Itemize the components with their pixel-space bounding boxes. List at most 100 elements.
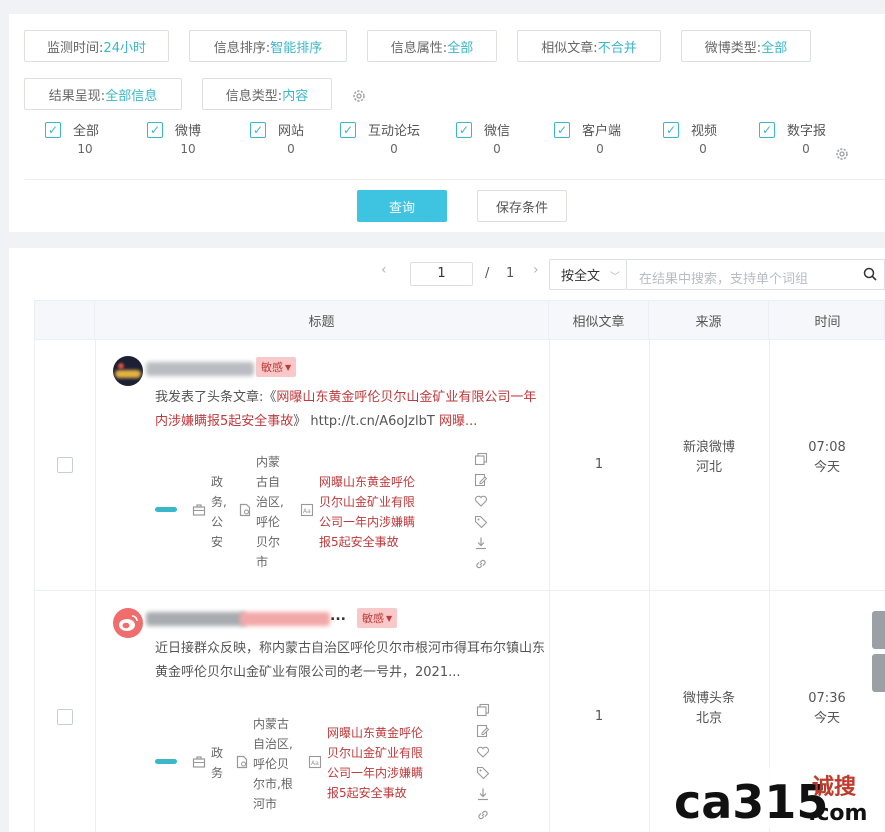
header-similar[interactable]: 相似文章 (549, 301, 649, 339)
header-source[interactable]: 来源 (649, 301, 769, 339)
header-title[interactable]: 标题 (95, 301, 549, 339)
checkbox-checked-icon[interactable]: ✓ (147, 122, 163, 138)
next-page-icon[interactable]: › (533, 262, 539, 278)
location-doc-icon (236, 755, 248, 769)
category-client[interactable]: ✓ 客户端 0 (554, 120, 644, 160)
category-all[interactable]: ✓ 全部 10 (45, 120, 125, 160)
page-separator: / (485, 266, 490, 281)
edit-icon[interactable] (476, 724, 490, 738)
filter-similar[interactable]: 相似文章: 不合并 (517, 30, 661, 62)
source-name[interactable]: 微博头条 (649, 689, 769, 709)
search-icon[interactable] (862, 266, 878, 282)
header-select (35, 301, 95, 339)
filter-sort[interactable]: 信息排序: 智能排序 (189, 30, 347, 62)
chevron-down-icon: ﹀ (610, 272, 620, 283)
weibo-avatar-icon (113, 608, 143, 638)
source-cell: 微博头条 北京 (649, 689, 769, 729)
filter-info-type[interactable]: 信息类型: 内容 (202, 78, 332, 110)
checkbox-checked-icon[interactable]: ✓ (45, 122, 61, 138)
side-float-tab[interactable] (872, 654, 885, 692)
row-checkbox[interactable] (57, 457, 73, 473)
filter-result-mode[interactable]: 结果呈现: 全部信息 (24, 78, 182, 110)
row-actions (476, 703, 492, 829)
briefcase-icon (192, 756, 206, 768)
sensitive-badge[interactable]: 敏感 ▼ (357, 608, 398, 628)
title-ellipsis: ... (330, 608, 346, 624)
tag-icon[interactable] (474, 515, 488, 529)
meta-region: 内蒙古 自治区, 呼伦贝 尔市,根 河市 (253, 717, 293, 811)
edit-icon[interactable] (474, 473, 488, 487)
checkbox-checked-icon[interactable]: ✓ (250, 122, 266, 138)
meta-keyword[interactable]: 网曝山东黄金呼伦 贝尔山金矿业有限 公司一年内涉嫌瞒 报5起安全事故 (327, 723, 423, 803)
category-wechat[interactable]: ✓ 微信 0 (456, 120, 536, 160)
post-day: 今天 (813, 711, 840, 726)
post-title-highlight[interactable] (240, 612, 330, 626)
caret-down-icon: ▼ (285, 362, 292, 372)
gear-icon[interactable] (351, 88, 367, 104)
header-time[interactable]: 时间 (769, 301, 885, 339)
category-digital-paper[interactable]: ✓ 数字报 0 (759, 120, 839, 160)
keyword-icon: Aa (300, 503, 314, 517)
svg-text:Aa: Aa (311, 760, 319, 767)
filter-monitor-time[interactable]: 监测时间: 24小时 (24, 30, 169, 62)
download-icon[interactable] (474, 536, 488, 550)
post-summary[interactable]: 我发表了头条文章:《网曝山东黄金呼伦贝尔山金矿业有限公司一年内涉嫌瞒报5起安全事… (155, 386, 545, 434)
emotion-bar (155, 507, 177, 512)
category-website[interactable]: ✓ 网站 0 (250, 120, 330, 160)
category-forum[interactable]: ✓ 互动论坛 0 (340, 120, 440, 160)
category-video[interactable]: ✓ 视频 0 (663, 120, 743, 160)
briefcase-icon (192, 504, 206, 516)
source-name[interactable]: 新浪微博 (649, 438, 769, 458)
copy-icon[interactable] (474, 452, 488, 466)
link-icon[interactable] (476, 808, 490, 822)
tag-icon[interactable] (476, 766, 490, 780)
row-actions (474, 452, 490, 578)
source-region: 北京 (695, 711, 722, 726)
author-name[interactable] (146, 362, 254, 376)
post-time: 07:36 (808, 691, 846, 706)
checkbox-checked-icon[interactable]: ✓ (759, 122, 775, 138)
heart-icon[interactable] (474, 494, 488, 508)
checkbox-checked-icon[interactable]: ✓ (456, 122, 472, 138)
watermark-brand: ca315 (674, 775, 828, 828)
download-icon[interactable] (476, 787, 490, 801)
svg-text:Aa: Aa (303, 508, 311, 515)
avatar (113, 356, 143, 386)
prev-page-icon[interactable]: ‹ (381, 262, 387, 278)
side-float-tab[interactable] (872, 611, 885, 649)
caret-down-icon: ▼ (386, 613, 393, 623)
meta-domain: 政 务 (211, 746, 224, 780)
row-checkbox[interactable] (57, 709, 73, 725)
save-conditions-button[interactable]: 保存条件 (477, 190, 567, 222)
post-title[interactable] (146, 612, 246, 626)
time-cell: 07:08 今天 (769, 438, 885, 478)
checkbox-checked-icon[interactable]: ✓ (663, 122, 679, 138)
post-summary[interactable]: 近日接群众反映，称内蒙古自治区呼伦贝尔市根河市得耳布尔镇山东黄金呼伦贝尔山金矿业… (155, 637, 545, 685)
gear-icon[interactable] (834, 146, 850, 162)
filter-attribute[interactable]: 信息属性: 全部 (367, 30, 497, 62)
filter-weibo-type[interactable]: 微博类型: 全部 (681, 30, 811, 62)
checkbox-checked-icon[interactable]: ✓ (340, 122, 356, 138)
time-cell: 07:36 今天 (769, 689, 885, 729)
post-day: 今天 (813, 460, 840, 475)
source-region: 河北 (695, 460, 722, 475)
watermark-domain: .com (808, 801, 867, 826)
watermark-logo: ca315 诚搜 .com (672, 768, 882, 828)
sensitive-badge[interactable]: 敏感 ▼ (256, 357, 297, 377)
copy-icon[interactable] (476, 703, 490, 717)
category-weibo[interactable]: ✓ 微博 10 (147, 120, 227, 160)
table-header: 标题 相似文章 来源 时间 (34, 300, 885, 340)
search-input[interactable]: 在结果中搜索，支持单个词组 (627, 259, 885, 290)
page-total: 1 (506, 266, 515, 281)
checkbox-checked-icon[interactable]: ✓ (554, 122, 570, 138)
link-icon[interactable] (474, 557, 488, 571)
search-mode-select[interactable]: 按全文 ﹀ (549, 259, 627, 290)
similar-count[interactable]: 1 (549, 455, 649, 475)
query-button[interactable]: 查询 (357, 190, 447, 222)
meta-region: 内蒙 古自 治区, 呼伦 贝尔 市 (256, 455, 284, 569)
emotion-bar (155, 759, 177, 764)
heart-icon[interactable] (476, 745, 490, 759)
page-input[interactable]: 1 (410, 262, 473, 286)
meta-keyword[interactable]: 网曝山东黄金呼伦 贝尔山金矿业有限 公司一年内涉嫌瞒 报5起安全事故 (319, 472, 415, 552)
similar-count[interactable]: 1 (549, 707, 649, 727)
